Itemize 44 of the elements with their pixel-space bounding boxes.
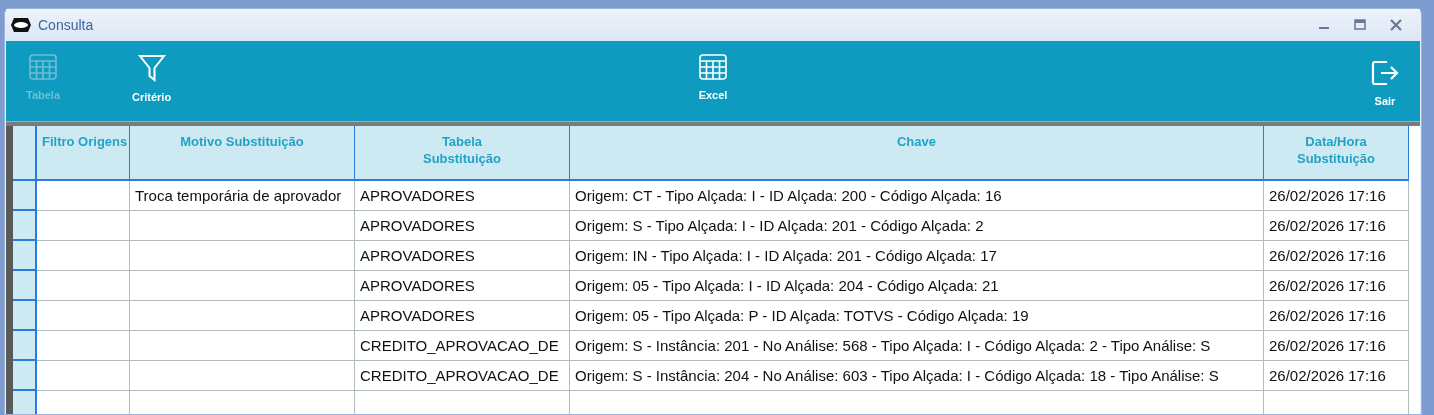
row-header[interactable] <box>13 391 37 414</box>
table-cell: CREDITO_APROVACAO_DE <box>355 361 570 391</box>
column-header[interactable]: Motivo Substituição <box>130 126 355 181</box>
table-cell: APROVADORES <box>355 211 570 241</box>
table-cell: Origem: S - Tipo Alçada: I - ID Alçada: 201 - Código Alçada: 2 <box>570 211 1264 241</box>
row-header[interactable] <box>13 331 37 361</box>
table-cell: Origem: S - Instância: 204 - No Análise: 603 - Tipo Alçada: I - Código Alçada: 18 - Tipo Análise: S <box>570 361 1264 391</box>
table-cell: Origem: 05 - Tipo Alçada: P - ID Alçada: TOTVS - Código Alçada: 19 <box>570 301 1264 331</box>
app-logo-icon <box>10 17 32 33</box>
table-cell: 26/02/2026 17:16 <box>1264 181 1409 211</box>
toolbar-button[interactable]: Excel <box>692 49 734 105</box>
table-cell: Origem: IN - Tipo Alçada: I - ID Alçada: 201 - Código Alçada: 17 <box>570 241 1264 271</box>
table-cell: Origem: 05 - Tipo Alçada: I - ID Alçada: 204 - Código Alçada: 21 <box>570 271 1264 301</box>
table-cell: APROVADORES <box>355 301 570 331</box>
table-cell: Origem: CT - Tipo Alçada: I - ID Alçada: 200 - Código Alçada: 16 <box>570 181 1264 211</box>
column-header[interactable]: Filtro Origens <box>37 126 130 181</box>
table-icon <box>28 53 58 81</box>
table-cell: APROVADORES <box>355 241 570 271</box>
column-header[interactable]: Tabela Substituição <box>355 126 570 181</box>
table-cell: CREDITO_APROVACAO_DE <box>355 331 570 361</box>
table-cell: 26/02/2026 17:16 <box>1264 301 1409 331</box>
filter-button[interactable]: Critério <box>126 49 178 107</box>
table-cell: Origem: S - Instância: 201 - No Análise: 568 - Tipo Alçada: I - Código Alçada: 2 - Tipo Análise: S <box>570 331 1264 361</box>
table-cell: Troca temporária de aprovador <box>130 181 355 211</box>
filter-icon <box>136 53 167 83</box>
table-cell: 26/02/2026 17:16 <box>1264 211 1409 241</box>
exit-button[interactable]: Sair <box>1364 55 1406 111</box>
row-header[interactable] <box>13 181 37 211</box>
window-title: Consulta <box>38 17 94 33</box>
table-cell: 26/02/2026 17:16 <box>1264 271 1409 301</box>
column-header[interactable]: Data/Hora Substituição <box>1264 126 1409 181</box>
table-cell: APROVADORES <box>355 181 570 211</box>
table-cell: 26/02/2026 17:16 <box>1264 361 1409 391</box>
column-header[interactable]: Chave <box>570 126 1264 181</box>
row-header[interactable] <box>13 241 37 271</box>
row-header[interactable] <box>13 211 37 241</box>
row-header[interactable] <box>13 361 37 391</box>
table-icon <box>698 53 728 81</box>
table-cell: 26/02/2026 17:16 <box>1264 241 1409 271</box>
row-header[interactable] <box>13 301 37 331</box>
row-header[interactable] <box>13 271 37 301</box>
table-cell: APROVADORES <box>355 271 570 301</box>
table-cell: 26/02/2026 17:16 <box>1264 331 1409 361</box>
exit-icon <box>1370 59 1400 87</box>
